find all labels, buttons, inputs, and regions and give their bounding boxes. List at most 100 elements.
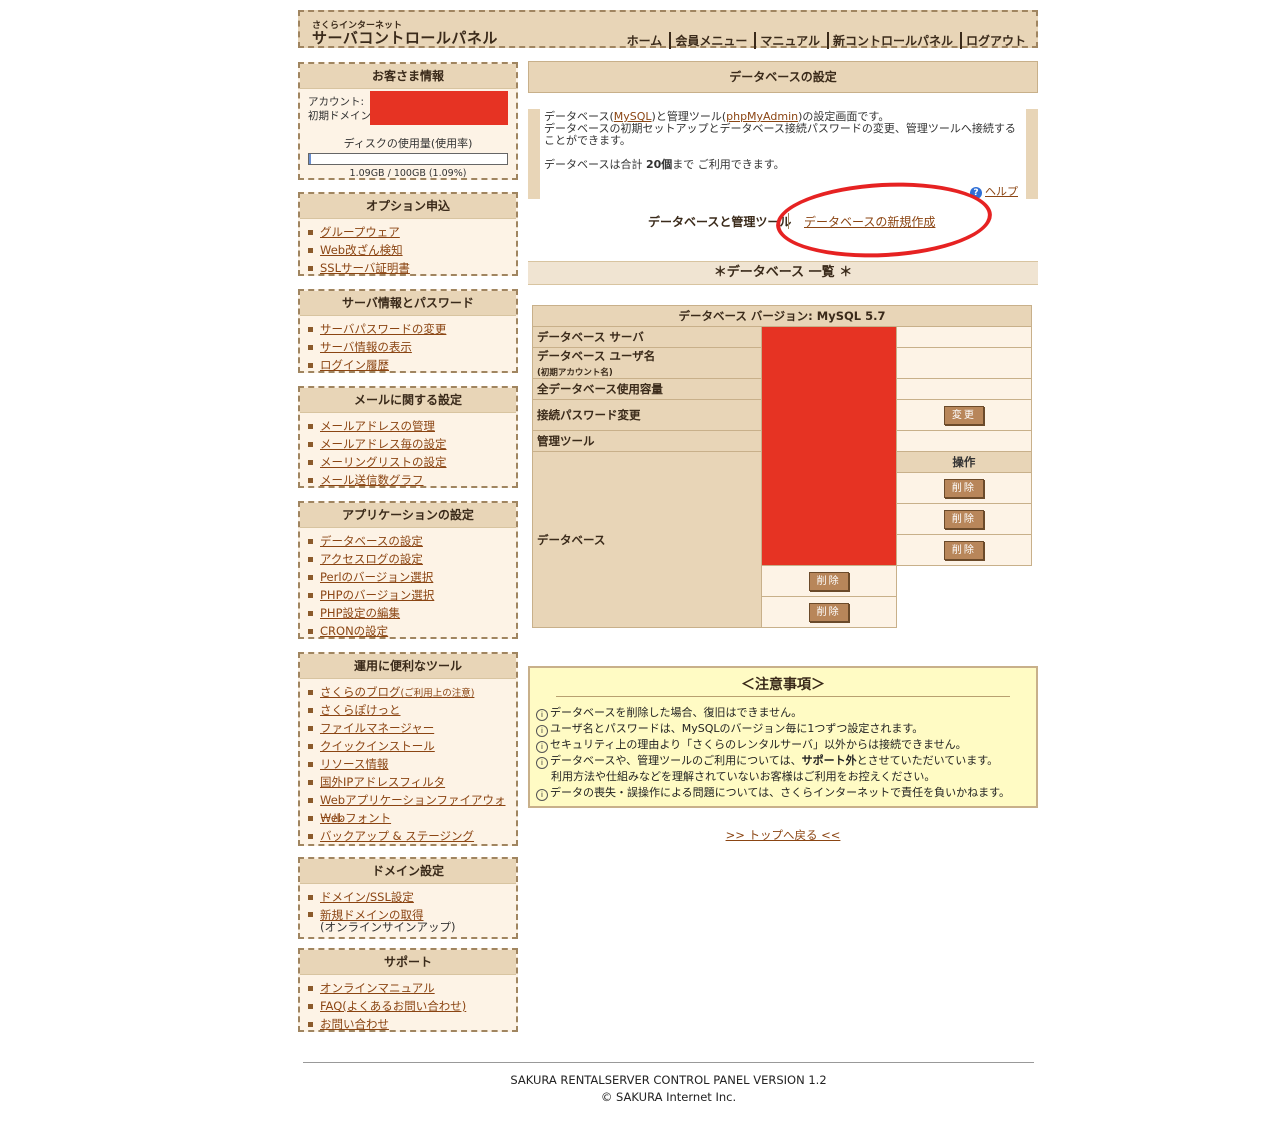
page-title: データベースの設定 — [528, 61, 1038, 93]
notice-box: ＜注意事項＞ i データベースを削除した場合、復旧はできません。 i ユーザ名とパス… — [528, 666, 1038, 808]
notice-item: 利用方法や仕組みなどを理解されていないお客様はご利用をお控えください。 — [551, 770, 936, 783]
tools-box: 運用に便利なツール さくらのブログ(ご利用上の注意) さくらぽけっと ファイルマ… — [298, 652, 518, 846]
link-login-history[interactable]: ログイン履歴 — [320, 358, 389, 372]
notice-item: i ユーザ名とパスワードは、MySQLのバージョン毎に1つずつ設定されます。 — [536, 721, 1036, 737]
link-mail-send-graph[interactable]: メール送信数グラフ — [320, 473, 424, 487]
disk-usage: ディスクの使用量(使用率) 1.09GB / 100GB (1.09%) — [300, 135, 516, 179]
apps-title: アプリケーションの設定 — [300, 503, 516, 528]
link-online-manual[interactable]: オンラインマニュアル — [320, 981, 435, 995]
delete-button[interactable]: 削除 — [808, 571, 849, 591]
database-table: データベース バージョン: MySQL 5.7 データベース サーバ データベー… — [532, 305, 1033, 628]
tab-database-and-tools[interactable]: データベースと管理ツール — [648, 213, 791, 230]
customer-info-title: お客さま情報 — [300, 64, 516, 89]
link-ip-filter[interactable]: 国外IPアドレスフィルタ — [320, 775, 445, 789]
link-backup-staging[interactable]: バックアップ & ステージング — [320, 829, 474, 843]
link-groupware[interactable]: グループウェア — [320, 225, 400, 239]
footer-copyright: © SAKURA Internet Inc. — [600, 1090, 737, 1104]
delete-button[interactable]: 削除 — [943, 478, 984, 498]
help-label[interactable]: ヘルプ — [985, 185, 1018, 198]
row-db-server: データベース サーバ — [532, 326, 762, 348]
server-info-box: サーバ情報とパスワード サーバパスワードの変更 サーバ情報の表示 ログイン履歴 — [298, 289, 518, 373]
disk-usage-bar — [308, 153, 508, 165]
header-title: サーバコントロールパネル — [312, 29, 498, 47]
notice-item: i データベースを削除した場合、復旧はできません。 — [536, 705, 1036, 721]
support-title: サポート — [300, 950, 516, 975]
link-ssl-certificate[interactable]: SSLサーバ証明書 — [320, 261, 410, 275]
notice-item: i セキュリティ上の理由より「さくらのレンタルサーバ」以外からは接続できません。 — [536, 737, 1036, 753]
link-quick-install[interactable]: クイックインストール — [320, 739, 435, 753]
link-sakura-pocket[interactable]: さくらぽけっと — [320, 703, 401, 717]
row-db-usage: 全データベース使用容量 — [532, 378, 762, 400]
info-icon: i — [536, 741, 548, 753]
link-cron[interactable]: CRONの設定 — [320, 624, 388, 638]
link-domain-ssl[interactable]: ドメイン/SSL設定 — [320, 890, 414, 904]
mail-title: メールに関する設定 — [300, 388, 516, 413]
header-banner: さくらインターネット サーバコントロールパネル ホーム 会員メニュー マニュアル… — [298, 10, 1038, 49]
tools-title: 運用に便利なツール — [300, 654, 516, 679]
link-perl-version[interactable]: Perlのバージョン選択 — [320, 570, 433, 584]
nav-member-menu[interactable]: 会員メニュー — [669, 32, 751, 49]
customer-info-box: お客さま情報 アカウント: 初期ドメイン: ディスクの使用量(使用率) 1.09… — [298, 62, 518, 180]
nav-new-control-panel[interactable]: 新コントロールパネル — [826, 32, 957, 49]
nav-logout[interactable]: ログアウト — [959, 32, 1030, 49]
mail-box: メールに関する設定 メールアドレスの管理 メールアドレス毎の設定 メーリングリス… — [298, 386, 518, 488]
link-mail-address-settings[interactable]: メールアドレス毎の設定 — [320, 437, 447, 451]
nav-manual[interactable]: マニュアル — [754, 32, 824, 49]
link-access-log[interactable]: アクセスログの設定 — [320, 552, 423, 566]
row-admin-tool: 管理ツール — [532, 430, 762, 452]
link-mail-address-manage[interactable]: メールアドレスの管理 — [320, 419, 435, 433]
link-php-version[interactable]: PHPのバージョン選択 — [320, 588, 434, 602]
database-list-title: ＊データベース 一覧 ＊ — [528, 261, 1038, 285]
link-file-manager[interactable]: ファイルマネージャー — [320, 721, 434, 735]
description-line3: データベースは合計 20個まで ご利用できます。 — [544, 158, 785, 171]
link-server-info[interactable]: サーバ情報の表示 — [320, 340, 412, 354]
change-password-button[interactable]: 変更 — [943, 405, 984, 425]
server-info-title: サーバ情報とパスワード — [300, 291, 516, 316]
notice-divider — [556, 696, 1010, 697]
row-password-change: 接続パスワード変更 — [532, 399, 762, 431]
operations-header: 操作 — [895, 451, 1033, 473]
nav-home[interactable]: ホーム — [623, 32, 667, 49]
link-resource-info[interactable]: リソース情報 — [320, 757, 388, 771]
back-to-top: >> トップへ戻る << — [528, 827, 1038, 843]
info-icon: i — [536, 725, 548, 737]
support-box: サポート オンラインマニュアル FAQ(よくあるお問い合わせ) お問い合わせ — [298, 948, 518, 1032]
table-caption: データベース バージョン: MySQL 5.7 — [532, 305, 1032, 327]
info-icon: i — [536, 789, 548, 801]
notice-item: i データベースや、管理ツールのご利用については、サポート外とさせていただいていま… — [536, 753, 1036, 769]
link-web-tamper-detection[interactable]: Web改ざん検知 — [320, 243, 403, 257]
redacted-account — [370, 91, 508, 125]
options-box: オプション申込 グループウェア Web改ざん検知 SSLサーバ証明書 — [298, 192, 518, 276]
row-db-username: データベース ユーザ名 (初期アカウント名) — [532, 347, 762, 379]
row-databases: データベース — [532, 451, 762, 628]
info-icon: i — [536, 709, 548, 721]
link-web-font[interactable]: Webフォント — [320, 811, 391, 825]
link-server-password[interactable]: サーバパスワードの変更 — [320, 322, 446, 336]
link-contact[interactable]: お問い合わせ — [320, 1017, 389, 1031]
info-icon: i — [536, 757, 548, 769]
link-database-settings[interactable]: データベースの設定 — [320, 534, 423, 548]
link-sakura-blog[interactable]: さくらのブログ — [320, 685, 401, 699]
link-blog-notes[interactable]: (ご利用上の注意) — [401, 688, 475, 699]
notice-title: ＜注意事項＞ — [741, 677, 825, 693]
account-info: アカウント: 初期ドメイン: — [300, 89, 516, 131]
new-domain-note: (オンラインサインアップ) — [320, 920, 456, 934]
footer-version: SAKURA RENTALSERVER CONTROL PANEL VERSIO… — [510, 1073, 827, 1087]
delete-button[interactable]: 削除 — [943, 540, 984, 560]
redacted-values — [760, 326, 897, 566]
back-to-top-link[interactable]: >> トップへ戻る << — [726, 828, 841, 842]
description-line2: データベースの初期セットアップとデータベース接続パスワードの変更、管理ツールへ接… — [544, 122, 1016, 147]
link-php-settings[interactable]: PHP設定の編集 — [320, 606, 400, 620]
delete-button[interactable]: 削除 — [808, 602, 849, 622]
notice-item: i データの喪失・誤操作による問題については、さくらインターネットで責任を負いかね… — [536, 785, 1036, 801]
apps-box: アプリケーションの設定 データベースの設定 アクセスログの設定 Perlのバージ… — [298, 501, 518, 639]
footer: SAKURA RENTALSERVER CONTROL PANEL VERSIO… — [303, 1062, 1034, 1106]
link-faq[interactable]: FAQ(よくあるお問い合わせ) — [320, 999, 466, 1013]
delete-button[interactable]: 削除 — [943, 509, 984, 529]
description-panel: データベース(MySQL)と管理ツール(phpMyAdmin)の設定画面です。 … — [528, 109, 1038, 199]
options-title: オプション申込 — [300, 194, 516, 219]
top-nav: ホーム 会員メニュー マニュアル 新コントロールパネル ログアウト — [620, 32, 1030, 49]
link-mailing-list[interactable]: メーリングリストの設定 — [320, 455, 447, 469]
domain-title: ドメイン設定 — [300, 859, 516, 884]
disk-usage-fill — [309, 154, 312, 164]
